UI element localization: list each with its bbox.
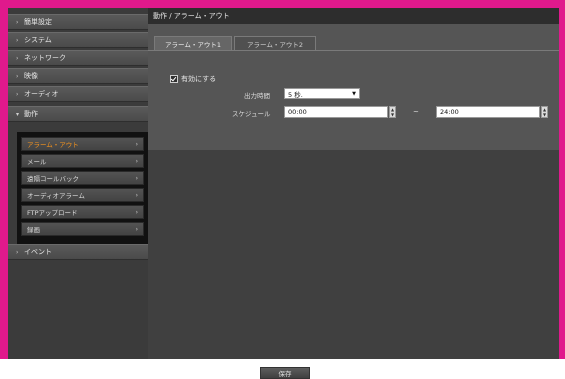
sidebar-item-event[interactable]: › イベント (8, 244, 148, 260)
chevron-right-icon: › (135, 140, 138, 148)
chevron-right-icon: › (16, 54, 19, 62)
schedule-end-input[interactable]: 24:00 (436, 106, 540, 118)
chevron-right-icon: › (16, 248, 19, 256)
save-button[interactable]: 保存 (260, 367, 310, 379)
submenu-item-audio-alarm[interactable]: オーディオアラーム › (21, 188, 144, 202)
down-arrow-icon: ▼ (390, 112, 395, 117)
sidebar-item-label: 動作 (24, 110, 38, 118)
sidebar-item-label: イベント (24, 248, 52, 256)
main-content: 動作 / アラーム・アウト アラーム・アウト1 アラーム・アウト2 有効にする … (148, 8, 559, 359)
chevron-right-icon: › (135, 191, 138, 199)
submenu-item-label: オーディオアラーム (27, 192, 85, 200)
start-time-stepper[interactable]: ▲ ▼ (389, 106, 396, 118)
dropdown-arrow-icon: ▼ (352, 90, 356, 97)
chevron-down-icon: ▾ (16, 110, 20, 118)
down-arrow-icon: ▼ (542, 112, 547, 117)
chevron-right-icon: › (16, 72, 19, 80)
chevron-right-icon: › (16, 18, 19, 26)
sidebar-item-label: 映像 (24, 72, 38, 80)
submenu-item-label: 遠隔コールバック (27, 175, 79, 183)
enable-label: 有効にする (181, 75, 217, 83)
sidebar-item-label: オーディオ (24, 90, 59, 98)
enable-checkbox[interactable] (170, 75, 178, 83)
sidebar-item-label: システム (24, 36, 52, 44)
submenu-item-ftp-upload[interactable]: FTPアップロード › (21, 205, 144, 219)
sidebar-item-network[interactable]: › ネットワーク (8, 50, 148, 66)
tab-alarm-out-2[interactable]: アラーム・アウト2 (234, 36, 316, 50)
chevron-right-icon: › (16, 90, 19, 98)
chevron-right-icon: › (135, 174, 138, 182)
submenu-item-alarm-out[interactable]: アラーム・アウト › (21, 137, 144, 151)
action-submenu: アラーム・アウト › メール › 遠隔コールバック › オーディオアラーム › … (17, 132, 148, 247)
submenu-item-label: メール (27, 158, 47, 166)
submenu-item-email[interactable]: メール › (21, 154, 144, 168)
submenu-item-label: アラーム・アウト (27, 141, 79, 149)
sidebar-item-quick-setup[interactable]: › 簡単設定 (8, 14, 148, 30)
tab-strip: アラーム・アウト1 アラーム・アウト2 (148, 32, 559, 51)
sidebar-item-system[interactable]: › システム (8, 32, 148, 48)
schedule-start-input[interactable]: 00:00 (284, 106, 388, 118)
submenu-item-remote-callback[interactable]: 遠隔コールバック › (21, 171, 144, 185)
enable-row: 有効にする (170, 74, 216, 84)
window-border-top (0, 0, 565, 8)
sidebar-item-label: ネットワーク (24, 54, 66, 62)
schedule-label: スケジュール (232, 110, 271, 118)
sidebar: › 簡単設定 › システム › ネットワーク › 映像 › オーディオ ▾ 動作… (8, 8, 148, 359)
end-time-stepper[interactable]: ▲ ▼ (541, 106, 548, 118)
chevron-right-icon: › (16, 36, 19, 44)
sidebar-item-action[interactable]: ▾ 動作 (8, 106, 148, 122)
settings-panel: アラーム・アウト1 アラーム・アウト2 有効にする 出力時間 5 秒. ▼ スケ… (148, 24, 559, 150)
sidebar-item-label: 簡単設定 (24, 18, 52, 26)
sidebar-item-audio[interactable]: › オーディオ (8, 86, 148, 102)
chevron-right-icon: › (135, 225, 138, 233)
window-border-left (0, 0, 8, 379)
submenu-item-label: FTPアップロード (27, 209, 78, 217)
duration-label: 出力時間 (244, 92, 270, 100)
window-border-right (559, 0, 565, 379)
duration-value: 5 秒. (288, 90, 303, 99)
tab-alarm-out-1[interactable]: アラーム・アウト1 (154, 36, 232, 50)
chevron-right-icon: › (135, 157, 138, 165)
submenu-item-label: 録画 (27, 226, 40, 234)
duration-select[interactable]: 5 秒. ▼ (284, 88, 360, 99)
schedule-separator: ~ (413, 108, 419, 116)
chevron-right-icon: › (135, 208, 138, 216)
submenu-item-record[interactable]: 録画 › (21, 222, 144, 236)
page-title: 動作 / アラーム・アウト (148, 8, 559, 24)
sidebar-item-video[interactable]: › 映像 (8, 68, 148, 84)
